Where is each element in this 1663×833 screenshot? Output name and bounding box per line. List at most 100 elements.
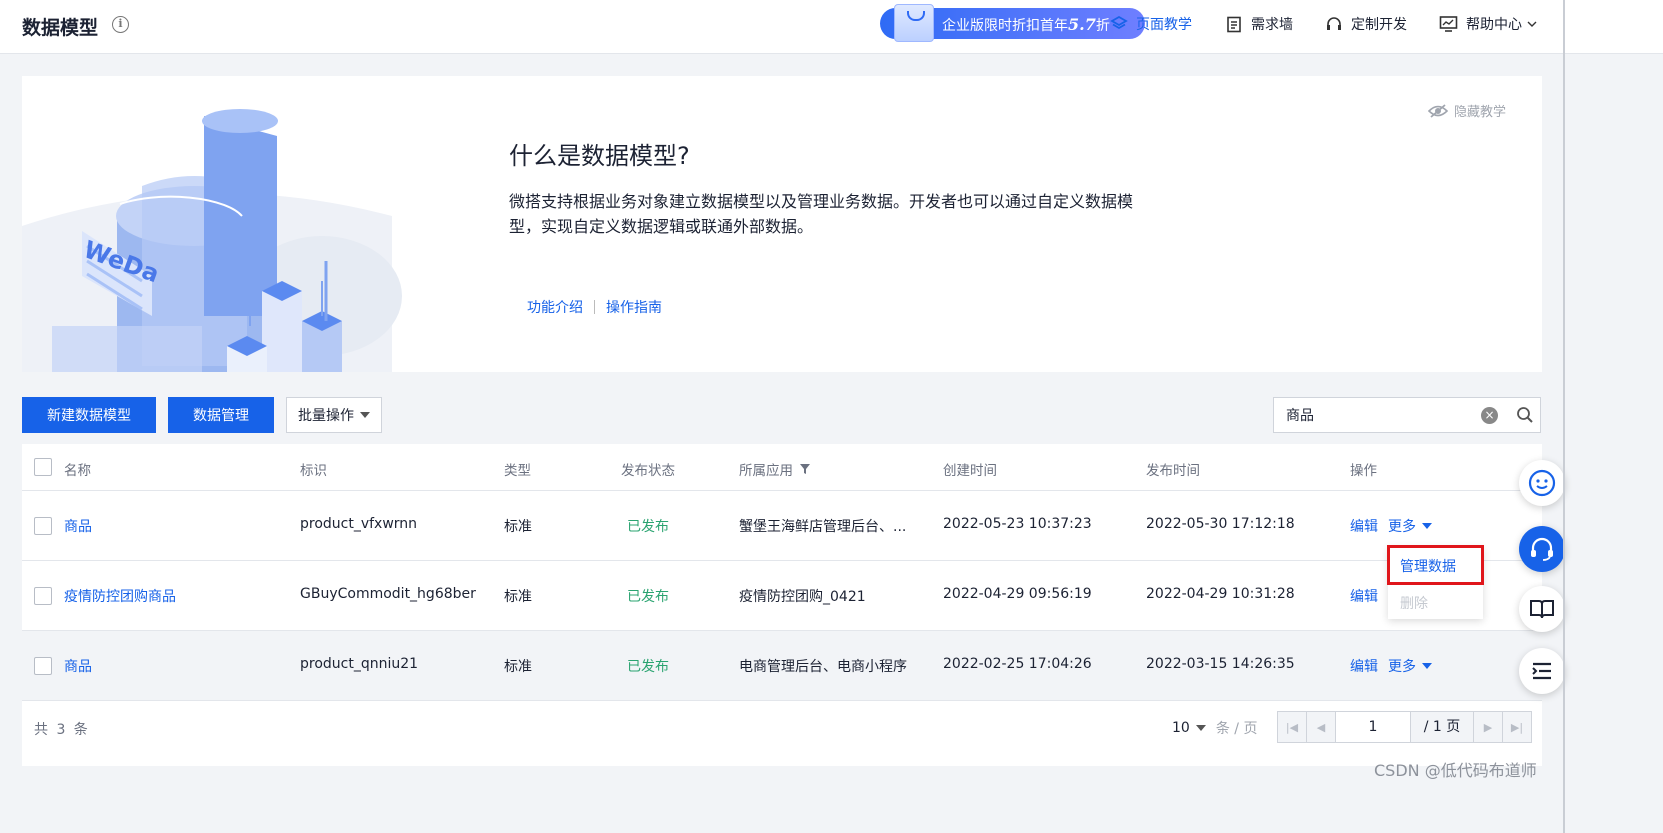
model-type: 标准 — [504, 519, 532, 535]
published-time: 2022-03-15 14:26:35 — [1146, 656, 1295, 672]
promo-text: 企业版限时折扣首年5.7折 — [942, 15, 1110, 34]
search-icon[interactable] — [1516, 406, 1534, 424]
published-time: 2022-04-29 10:31:28 — [1146, 586, 1295, 602]
pagination: |◀ ◀ 1 / 1 页 ▶ ▶| — [1277, 711, 1532, 743]
banner-links: 功能介绍 操作指南 — [527, 297, 662, 317]
docs-button[interactable] — [1519, 586, 1565, 632]
column-header: 标识 — [300, 463, 327, 479]
promo-banner[interactable]: 企业版限时折扣首年5.7折 — [880, 4, 1145, 42]
model-type: 标准 — [504, 589, 532, 605]
model-name-link[interactable]: 商品 — [64, 516, 92, 536]
column-header: 发布状态 — [621, 463, 675, 479]
book-icon — [1530, 600, 1554, 619]
headset-icon — [1531, 537, 1553, 561]
model-identifier: product_qnniu21 — [300, 656, 419, 672]
row-checkbox[interactable] — [34, 517, 52, 535]
publish-status: 已发布 — [627, 589, 669, 605]
info-icon[interactable]: i — [112, 16, 129, 33]
outline-button[interactable] — [1519, 648, 1565, 694]
table-row: 商品 product_qnniu21 标准 已发布 电商管理后台、电商小程序 2… — [22, 631, 1542, 701]
weda-illustration: WeDa — [22, 109, 402, 372]
nav-page-tutorial[interactable]: 页面教学 — [1110, 14, 1192, 34]
menu-item-delete: 删除 — [1400, 596, 1428, 612]
banner-title: 什么是数据模型? — [509, 142, 690, 170]
tutorial-banner: WeDa 什么是数据模型? 微搭支持根据业务对象建立数据模型以及管理业务数据。开… — [22, 76, 1542, 372]
headset-icon — [1327, 17, 1341, 30]
column-header: 创建时间 — [943, 463, 997, 479]
total-count: 共 3 条 — [34, 722, 88, 738]
more-dropdown[interactable]: 更多 — [1388, 656, 1432, 676]
row-checkbox[interactable] — [34, 587, 52, 605]
column-header: 名称 — [64, 463, 91, 479]
publish-status: 已发布 — [627, 519, 669, 535]
prev-page-button[interactable]: ◀ — [1306, 711, 1336, 743]
caret-down-icon — [1422, 523, 1432, 529]
model-identifier: GBuyCommodit_hg68ber — [300, 586, 476, 602]
page-size-select[interactable]: 10 条 / 页 — [1172, 718, 1257, 738]
created-time: 2022-05-23 10:37:23 — [943, 516, 1092, 532]
caret-down-icon — [360, 412, 370, 418]
smiley-icon — [1528, 469, 1556, 497]
table-row: 商品 product_vfxwrnn 标准 已发布 蟹堡王海鲜店管理后台、...… — [22, 491, 1542, 561]
link-divider — [594, 300, 595, 314]
monitor-icon — [1439, 16, 1458, 32]
model-identifier: product_vfxwrnn — [300, 516, 418, 532]
feature-intro-link[interactable]: 功能介绍 — [527, 297, 583, 317]
total-pages: / 1 页 — [1410, 711, 1474, 743]
row-checkbox[interactable] — [34, 657, 52, 675]
shopping-bag-icon — [894, 4, 934, 42]
eye-off-icon — [1428, 103, 1448, 118]
top-bar: 数据模型 i 企业版限时折扣首年5.7折 页面教学 需求墙 定制开发 帮助中心 — [0, 0, 1663, 54]
more-dropdown[interactable]: 更多 — [1388, 516, 1432, 536]
created-time: 2022-04-29 09:56:19 — [943, 586, 1092, 602]
published-time: 2022-05-30 17:12:18 — [1146, 516, 1295, 532]
banner-description: 微搭支持根据业务对象建立数据模型以及管理业务数据。开发者也可以通过自定义数据模型… — [509, 192, 1134, 236]
page-number-input[interactable]: 1 — [1335, 711, 1411, 743]
caret-down-icon — [1422, 663, 1432, 669]
create-data-model-button[interactable]: 新建数据模型 — [22, 397, 156, 433]
column-header: 发布时间 — [1146, 463, 1200, 479]
feedback-button[interactable] — [1519, 460, 1565, 506]
column-header: 类型 — [504, 463, 531, 479]
model-name-link[interactable]: 疫情防控团购商品 — [64, 586, 176, 606]
app-name: 疫情防控团购_0421 — [739, 589, 866, 605]
operation-guide-link[interactable]: 操作指南 — [606, 297, 662, 317]
filter-icon[interactable] — [799, 463, 811, 475]
next-page-button[interactable]: ▶ — [1473, 711, 1503, 743]
edit-link[interactable]: 编辑 — [1350, 656, 1378, 676]
watermark: CSDN @低代码布道师 — [1374, 761, 1537, 780]
page-title: 数据模型 — [22, 17, 99, 39]
edit-link[interactable]: 编辑 — [1350, 586, 1378, 606]
customer-service-button[interactable] — [1519, 526, 1565, 572]
table-header: 名称 标识 类型 发布状态 所属应用 创建时间 发布时间 操作 — [22, 444, 1542, 491]
search-input[interactable] — [1286, 407, 1486, 423]
edit-link[interactable]: 编辑 — [1350, 516, 1378, 536]
data-management-button[interactable]: 数据管理 — [168, 397, 274, 433]
app-name: 电商管理后台、电商小程序 — [739, 659, 907, 675]
select-all-checkbox[interactable] — [34, 458, 52, 476]
created-time: 2022-02-25 17:04:26 — [943, 656, 1092, 672]
publish-status: 已发布 — [627, 659, 669, 675]
search-box: × — [1273, 397, 1541, 433]
chevron-down-icon — [1527, 21, 1537, 27]
model-type: 标准 — [504, 659, 532, 675]
nav-requirement-wall[interactable]: 需求墙 — [1225, 14, 1293, 34]
column-header: 操作 — [1350, 463, 1377, 479]
scrollbar-track[interactable] — [1563, 0, 1565, 833]
table-row: 疫情防控团购商品 GBuyCommodit_hg68ber 标准 已发布 疫情防… — [22, 561, 1542, 631]
nav-help-center[interactable]: 帮助中心 — [1439, 14, 1538, 34]
layers-icon — [1110, 15, 1128, 30]
model-name-link[interactable]: 商品 — [64, 656, 92, 676]
list-icon — [1532, 662, 1551, 680]
clipboard-icon — [1227, 16, 1241, 33]
caret-down-icon — [1195, 725, 1206, 731]
clear-icon[interactable]: × — [1481, 407, 1498, 424]
app-name: 蟹堡王海鲜店管理后台、... — [739, 519, 907, 535]
first-page-button[interactable]: |◀ — [1277, 711, 1307, 743]
last-page-button[interactable]: ▶| — [1502, 711, 1532, 743]
column-header: 所属应用 — [739, 459, 811, 479]
highlight-annotation — [1387, 545, 1484, 585]
nav-custom-development[interactable]: 定制开发 — [1325, 14, 1407, 34]
batch-operation-dropdown[interactable]: 批量操作 — [286, 397, 382, 433]
hide-tutorial-button[interactable]: 隐藏教学 — [1428, 101, 1506, 120]
